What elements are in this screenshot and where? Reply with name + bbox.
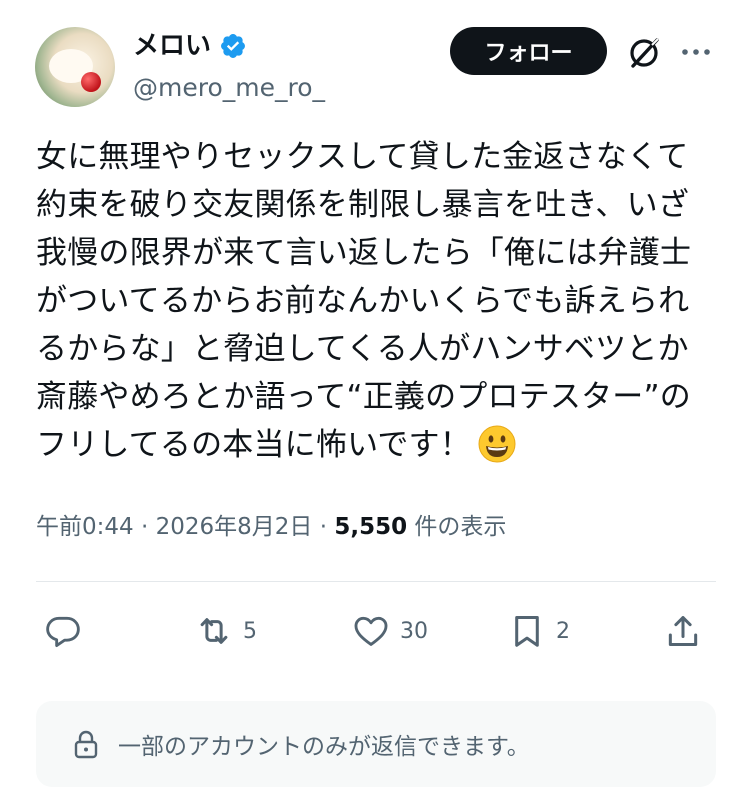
retweet-count: 5 — [243, 618, 257, 644]
bookmark-icon — [515, 616, 539, 647]
grok-icon[interactable] — [624, 33, 664, 73]
divider — [36, 581, 716, 582]
bookmark-button[interactable]: 2 — [508, 608, 570, 654]
display-name[interactable]: メロい — [133, 30, 211, 62]
share-button[interactable] — [664, 608, 702, 654]
tweet-meta: 午前0:44 · 2026年8月2日 · 5,550 件の表示 — [36, 511, 506, 543]
reply-icon — [46, 616, 80, 647]
share-icon — [668, 616, 698, 646]
more-icon[interactable] — [678, 37, 714, 67]
views-count: 5,550 — [334, 514, 408, 540]
avatar-cherry — [81, 72, 101, 92]
lock-icon — [74, 730, 98, 759]
verified-badge-icon — [221, 34, 245, 58]
retweet-icon — [200, 618, 228, 644]
follow-button[interactable]: フォロー — [450, 27, 607, 75]
views-label: 件の表示 — [407, 514, 507, 540]
like-button[interactable]: 30 — [352, 608, 428, 654]
tweet-body: 女に無理やりセックスして貸した金返さなくて 約束を破り交友関係を制限し暴言を吐き… — [36, 139, 692, 463]
bookmark-count: 2 — [556, 618, 570, 644]
meta-separator: · — [312, 514, 335, 540]
reply-button[interactable] — [44, 608, 92, 654]
avatar[interactable] — [35, 27, 115, 107]
reply-restriction-text: 一部のアカウントのみが返信できます。 — [118, 734, 530, 760]
meta-separator: · — [133, 514, 156, 540]
like-count: 30 — [400, 618, 428, 644]
retweet-button[interactable]: 5 — [195, 608, 257, 654]
reply-restriction-notice: 一部のアカウントのみが返信できます。 — [36, 701, 716, 787]
tweet-text: 女に無理やりセックスして貸した金返さなくて 約束を破り交友関係を制限し暴言を吐き… — [36, 133, 726, 469]
grinning-face-emoji — [478, 425, 516, 463]
tweet-date[interactable]: 2026年8月2日 — [156, 514, 313, 540]
heart-icon — [354, 616, 388, 646]
user-handle[interactable]: @mero_me_ro_ — [133, 72, 325, 104]
tweet-time[interactable]: 午前0:44 — [36, 514, 134, 540]
name-row: メロい — [133, 30, 247, 62]
